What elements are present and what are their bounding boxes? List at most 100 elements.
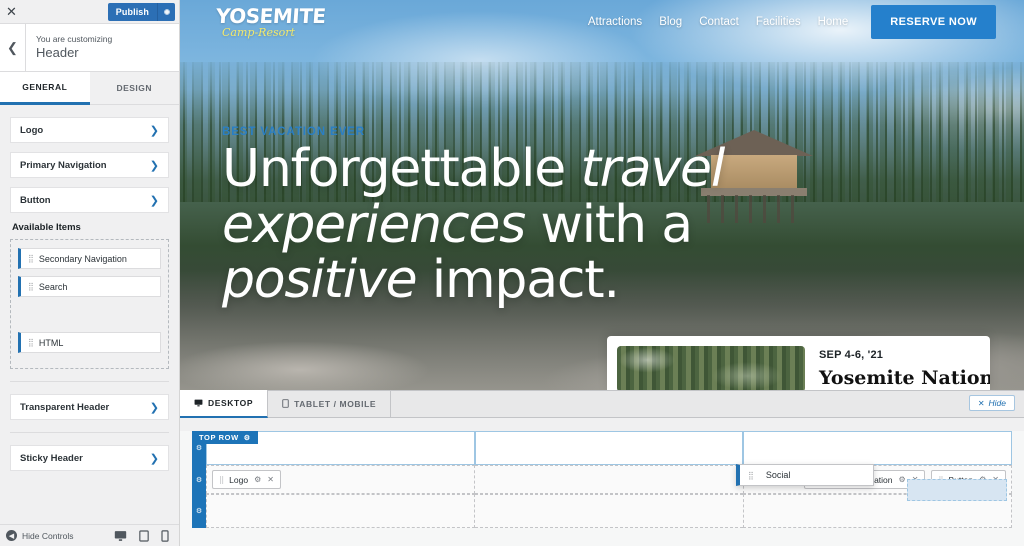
- dragged-item-gap: [18, 304, 161, 332]
- row-zones: [206, 431, 1013, 465]
- builder-row-main: ⚙ Logo ⚙ ✕: [180, 465, 1024, 494]
- nav-link-contact[interactable]: Contact: [699, 16, 739, 28]
- publish-settings-gear-icon[interactable]: [157, 2, 175, 21]
- hero-line1-plain: Unforgettable: [222, 139, 581, 199]
- builder-row-top: TOP ROW ⚙ ⚙: [180, 431, 1024, 465]
- sidebar-item-transparent-header[interactable]: Transparent Header ❯: [10, 394, 169, 420]
- row-zones: Logo ⚙ ✕ Primary Navigation ⚙ ✕: [206, 465, 1012, 494]
- row-body: ⚙: [192, 431, 1013, 465]
- logo-primary-text: YOSEMITE: [215, 4, 327, 28]
- drop-placeholder: [907, 479, 1007, 501]
- customizer-topbar: ✕ Publish: [0, 0, 179, 24]
- site-frame: YOSEMITE Camp-Resort Attractions Blog Co…: [180, 0, 1024, 390]
- tablet-preview-icon[interactable]: [139, 529, 149, 542]
- sidebar-item-label: Transparent Header: [20, 401, 110, 413]
- event-title: Yosemite National: [819, 367, 990, 389]
- hide-controls-label: Hide Controls: [22, 530, 74, 541]
- chevron-right-icon: ❯: [149, 194, 159, 207]
- dropzone-main-center[interactable]: [475, 465, 743, 494]
- sidebar-item-logo[interactable]: Logo ❯: [10, 117, 169, 143]
- nav-link-home[interactable]: Home: [818, 16, 849, 28]
- builder-row-bottom: ⚙: [180, 494, 1024, 528]
- dropzone-bottom-center[interactable]: [475, 494, 743, 528]
- gear-icon[interactable]: ⚙: [244, 434, 251, 442]
- builder-tab-tablet-mobile[interactable]: TABLET / MOBILE: [268, 390, 392, 417]
- customizer-sidebar: ✕ Publish ❮ You are customizing Header G…: [0, 0, 180, 546]
- hide-builder-button[interactable]: ✕ Hide: [968, 395, 1015, 411]
- builder-device-tabs: DESKTOP TABLET / MOBILE ✕ Hide: [180, 390, 1024, 418]
- drag-handle-icon[interactable]: [748, 471, 753, 480]
- event-thumbnail: [617, 346, 805, 390]
- close-customizer-icon[interactable]: ✕: [6, 5, 17, 18]
- reserve-now-button[interactable]: RESERVE NOW: [871, 5, 996, 39]
- drag-handle-icon[interactable]: [28, 254, 33, 263]
- customizer-app: ✕ Publish ❮ You are customizing Header G…: [0, 0, 1024, 546]
- sidebar-scroll-area[interactable]: Logo ❯ Primary Navigation ❯ Button ❯ Ava…: [0, 105, 179, 524]
- site-logo[interactable]: YOSEMITE Camp-Resort: [215, 4, 327, 39]
- gear-icon[interactable]: ⚙: [899, 475, 906, 484]
- hide-controls-button[interactable]: ◀ Hide Controls: [6, 530, 74, 541]
- drag-handle-icon[interactable]: [28, 282, 33, 291]
- builder-rows: TOP ROW ⚙ ⚙ ⚙ ⣿ Logo ⚙ ✕ ⣿ ⚙ ⣿ ⚙ ⣿ Socia…: [180, 431, 1024, 546]
- event-card[interactable]: SEP 4-6, '21 Yosemite National: [607, 336, 990, 390]
- available-item-search[interactable]: Search: [18, 276, 161, 297]
- builder-tab-desktop[interactable]: DESKTOP: [180, 390, 269, 418]
- row-settings-gear-icon[interactable]: ⚙: [192, 494, 206, 528]
- row-body: ⚙ Logo ⚙ ✕: [192, 465, 1012, 494]
- device-preview-icons: [114, 529, 169, 542]
- dragging-widget-label: Social: [765, 470, 791, 480]
- hero-line3-italic: positive: [222, 250, 418, 311]
- dropzone-top-center[interactable]: [474, 431, 744, 465]
- remove-icon[interactable]: ✕: [267, 475, 274, 484]
- drag-handle-icon[interactable]: [28, 338, 33, 347]
- sidebar-item-button[interactable]: Button ❯: [10, 187, 169, 213]
- tab-design[interactable]: DESIGN: [89, 72, 179, 105]
- customizing-subtitle: You are customizing: [36, 33, 113, 44]
- divider: [10, 432, 169, 433]
- drag-handle-icon[interactable]: [219, 476, 223, 484]
- builder-widget-logo[interactable]: Logo ⚙ ✕: [212, 470, 281, 489]
- row-settings-gear-icon[interactable]: ⚙: [192, 465, 206, 494]
- nav-link-attractions[interactable]: Attractions: [588, 16, 642, 28]
- hide-builder-label: Hide: [988, 398, 1006, 408]
- customizer-tabs: GENERAL DESIGN: [0, 72, 179, 105]
- chevron-right-icon: ❯: [149, 159, 159, 172]
- hero-line3-plain: impact.: [416, 250, 620, 311]
- tab-general[interactable]: GENERAL: [0, 72, 90, 105]
- gear-icon[interactable]: ⚙: [254, 475, 261, 484]
- nav-link-facilities[interactable]: Facilities: [756, 16, 801, 28]
- desktop-preview-icon[interactable]: [114, 530, 127, 542]
- dragging-widget-social[interactable]: Social: [736, 464, 874, 486]
- event-meta: SEP 4-6, '21 Yosemite National: [805, 346, 990, 389]
- row-label-top-row[interactable]: TOP ROW ⚙: [192, 431, 258, 444]
- logo-secondary-text: Camp-Resort: [222, 26, 295, 39]
- collapse-arrow-icon: ◀: [6, 530, 17, 541]
- tablet-icon: [282, 399, 289, 408]
- desktop-icon: [194, 399, 203, 407]
- sidebar-item-sticky-header[interactable]: Sticky Header ❯: [10, 445, 169, 471]
- dropzone-bottom-left[interactable]: [206, 494, 476, 528]
- available-items-dropzone[interactable]: Secondary Navigation Search HTML: [10, 239, 169, 369]
- row-label-text: TOP ROW: [199, 433, 239, 442]
- available-item-html[interactable]: HTML: [18, 332, 161, 353]
- publish-group: Publish: [107, 2, 175, 21]
- available-item-label: Secondary Navigation: [38, 253, 127, 264]
- available-item-secondary-navigation[interactable]: Secondary Navigation: [18, 248, 161, 269]
- sidebar-item-label: Sticky Header: [20, 452, 83, 464]
- divider: [10, 381, 169, 382]
- row-body: ⚙: [192, 494, 1012, 528]
- hero-line2-plain: with a: [525, 194, 693, 255]
- chevron-right-icon: ❯: [149, 401, 159, 414]
- mobile-preview-icon[interactable]: [161, 529, 169, 542]
- primary-navigation: Attractions Blog Contact Facilities Home: [588, 16, 848, 28]
- nav-link-blog[interactable]: Blog: [659, 16, 682, 28]
- chevron-right-icon: ❯: [149, 124, 159, 137]
- close-icon: ✕: [977, 398, 985, 408]
- chevron-left-icon[interactable]: ❮: [0, 24, 26, 71]
- sidebar-item-primary-navigation[interactable]: Primary Navigation ❯: [10, 152, 169, 178]
- hero-eyebrow: BEST VACATION EVER: [222, 126, 365, 138]
- dropzone-main-left[interactable]: Logo ⚙ ✕: [206, 465, 476, 494]
- hero-heading: Unforgettable travel experiences with a …: [222, 139, 822, 311]
- dropzone-top-right[interactable]: [743, 431, 1013, 465]
- publish-button[interactable]: Publish: [107, 2, 157, 21]
